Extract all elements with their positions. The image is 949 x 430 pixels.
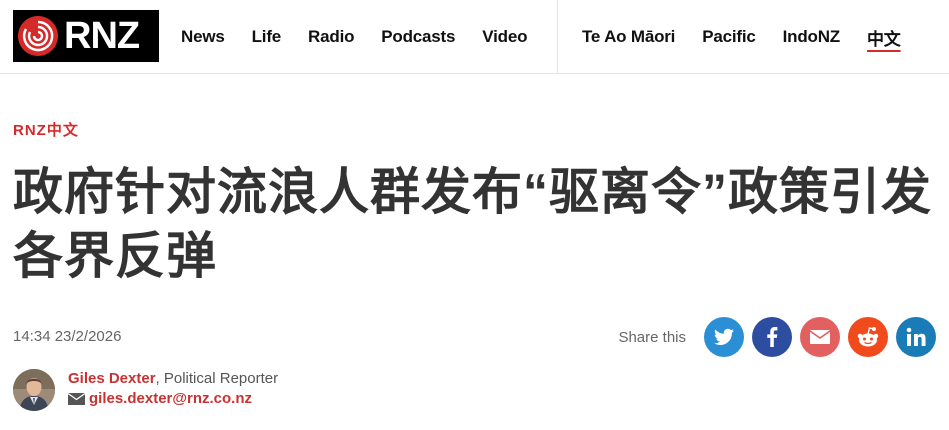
nav-item-life[interactable]: Life (252, 27, 282, 47)
nav-item-pacific[interactable]: Pacific (702, 27, 756, 47)
nav-item-radio[interactable]: Radio (308, 27, 354, 47)
site-header: RNZ News Life Radio Podcasts Video Te Ao… (0, 0, 949, 74)
linkedin-icon (906, 327, 926, 346)
share-label: Share this (618, 328, 686, 346)
linkedin-share-button[interactable] (896, 317, 936, 357)
secondary-nav: Te Ao Māori Pacific IndoNZ 中文 (582, 0, 928, 74)
nav-item-te-ao-maori[interactable]: Te Ao Māori (582, 27, 675, 47)
author-info: Giles Dexter, Political Reporter giles.d… (68, 369, 278, 409)
author-line: Giles Dexter, Political Reporter (68, 369, 278, 389)
nav-divider (557, 0, 558, 74)
reddit-icon (857, 327, 879, 347)
email-share-button[interactable] (800, 317, 840, 357)
nav-item-video[interactable]: Video (482, 27, 527, 47)
nav-item-news[interactable]: News (181, 27, 225, 47)
facebook-icon (767, 327, 778, 347)
email-icon (810, 330, 830, 344)
author-email: giles.dexter@rnz.co.nz (89, 390, 253, 407)
author-name[interactable]: Giles Dexter (68, 370, 156, 387)
author-email-link[interactable]: giles.dexter@rnz.co.nz (68, 389, 278, 409)
article-timestamp: 14:34 23/2/2026 (13, 328, 122, 345)
share-bar: Share this (618, 317, 936, 357)
author-role: , Political Reporter (155, 370, 279, 387)
primary-nav: News Life Radio Podcasts Video (181, 0, 554, 74)
rnz-logo-mark-icon (18, 16, 58, 56)
reddit-share-button[interactable] (848, 317, 888, 357)
logo-text: RNZ (64, 15, 140, 57)
nav-item-chinese[interactable]: 中文 (867, 25, 901, 50)
twitter-share-button[interactable] (704, 317, 744, 357)
nav-item-indonz[interactable]: IndoNZ (783, 27, 841, 47)
facebook-share-button[interactable] (752, 317, 792, 357)
nav-item-podcasts[interactable]: Podcasts (381, 27, 455, 47)
mail-icon (68, 393, 85, 405)
rnz-logo[interactable]: RNZ (13, 10, 159, 62)
author-byline: Giles Dexter, Political Reporter giles.d… (13, 369, 278, 411)
article-headline: 政府针对流浪人群发布“驱离令”政策引发各界反弹 (13, 164, 932, 284)
author-avatar (13, 369, 55, 411)
section-label[interactable]: RNZ中文 (13, 119, 79, 140)
twitter-icon (714, 328, 734, 345)
